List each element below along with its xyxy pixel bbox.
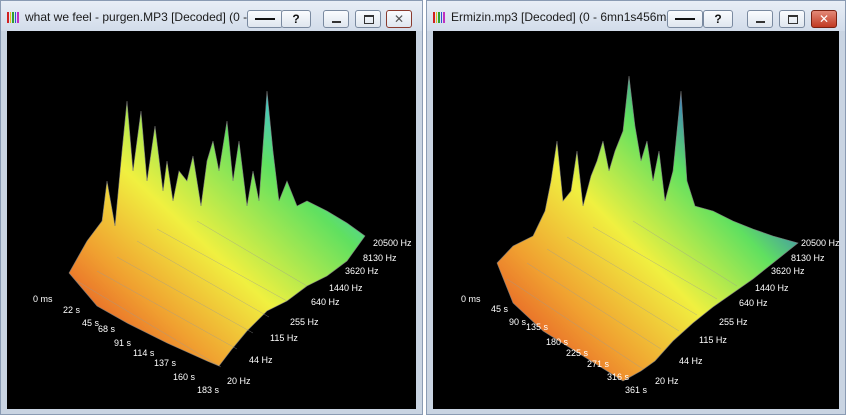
- time-tick: 114 s: [133, 348, 155, 358]
- freq-tick: 20 Hz: [655, 376, 679, 386]
- spectrum-window-1[interactable]: what we feel - purgen.MP3 [Decoded] (0 -…: [0, 0, 423, 415]
- time-tick: 361 s: [625, 385, 648, 395]
- close-button[interactable]: [386, 10, 412, 28]
- close-button[interactable]: [811, 10, 837, 28]
- time-tick: 135 s: [526, 322, 549, 332]
- help-button[interactable]: ?: [281, 10, 311, 28]
- freq-tick: 20500 Hz: [801, 238, 839, 248]
- freq-tick: 1440 Hz: [755, 283, 789, 293]
- freq-tick: 20 Hz: [227, 376, 251, 386]
- minimize-button[interactable]: [323, 10, 349, 28]
- window-title: what we feel - purgen.MP3 [Decoded] (0 -: [25, 10, 248, 24]
- title-bar[interactable]: Ermizin.mp3 [Decoded] (0 - 6mn1s456ms ?: [427, 1, 845, 31]
- time-tick: 90 s: [509, 317, 527, 327]
- time-tick: 45 s: [491, 304, 509, 314]
- spectrum-3d-graph: 0 ms 22 s 45 s 68 s 91 s 114 s 137 s 160…: [33, 90, 412, 395]
- freq-tick: 3620 Hz: [345, 266, 379, 276]
- freq-tick: 255 Hz: [719, 317, 748, 327]
- time-tick: 68 s: [98, 324, 116, 334]
- spectrum-plot[interactable]: 0 ms 22 s 45 s 68 s 91 s 114 s 137 s 160…: [7, 31, 416, 409]
- freq-tick: 115 Hz: [270, 333, 298, 343]
- time-tick: 0 ms: [33, 294, 53, 304]
- time-tick: 22 s: [63, 305, 81, 315]
- time-tick: 45 s: [82, 318, 100, 328]
- freq-tick: 1440 Hz: [329, 283, 363, 293]
- window-title: Ermizin.mp3 [Decoded] (0 - 6mn1s456ms: [451, 10, 673, 24]
- maximize-button[interactable]: [355, 10, 381, 28]
- freq-tick: 640 Hz: [739, 298, 768, 308]
- time-tick: 137 s: [154, 358, 177, 368]
- freq-tick: 640 Hz: [311, 297, 340, 307]
- time-tick: 160 s: [173, 372, 196, 382]
- title-bar[interactable]: what we feel - purgen.MP3 [Decoded] (0 -…: [1, 1, 422, 31]
- line-style-button[interactable]: [667, 10, 703, 28]
- spectrum-surface: [496, 75, 799, 382]
- time-tick: 271 s: [587, 359, 610, 369]
- time-tick: 225 s: [566, 348, 589, 358]
- time-tick: 316 s: [607, 372, 630, 382]
- line-style-button[interactable]: [247, 10, 283, 28]
- freq-tick: 20500 Hz: [373, 238, 412, 248]
- maximize-button[interactable]: [779, 10, 805, 28]
- time-tick: 0 ms: [461, 294, 481, 304]
- spectrum-plot[interactable]: 0 ms 45 s 90 s 135 s 180 s 225 s 271 s 3…: [433, 31, 839, 409]
- freq-tick: 115 Hz: [699, 335, 727, 345]
- freq-tick: 3620 Hz: [771, 266, 805, 276]
- freq-tick: 8130 Hz: [791, 253, 825, 263]
- time-tick: 180 s: [546, 337, 569, 347]
- freq-tick: 44 Hz: [679, 356, 703, 366]
- app-icon: [433, 12, 445, 23]
- spectrum-3d-graph: 0 ms 45 s 90 s 135 s 180 s 225 s 271 s 3…: [461, 75, 839, 395]
- freq-tick: 255 Hz: [290, 317, 319, 327]
- spectrum-window-2[interactable]: Ermizin.mp3 [Decoded] (0 - 6mn1s456ms ?: [426, 0, 846, 415]
- freq-tick: 8130 Hz: [363, 253, 397, 263]
- help-button[interactable]: ?: [703, 10, 733, 28]
- time-tick: 91 s: [114, 338, 132, 348]
- minimize-button[interactable]: [747, 10, 773, 28]
- time-tick: 183 s: [197, 385, 220, 395]
- freq-tick: 44 Hz: [249, 355, 273, 365]
- app-icon: [7, 12, 19, 23]
